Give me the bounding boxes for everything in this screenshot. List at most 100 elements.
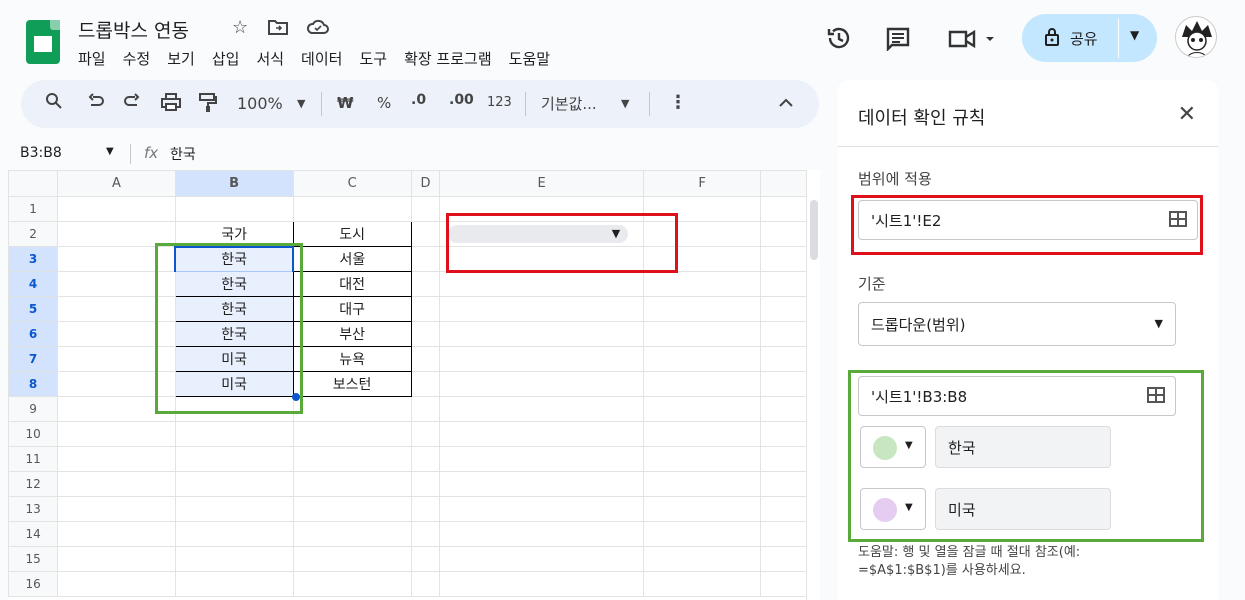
- row-header[interactable]: 5: [8, 296, 59, 322]
- cell[interactable]: [410, 421, 441, 447]
- cell[interactable]: [439, 271, 644, 297]
- column-header-a[interactable]: A: [57, 170, 176, 197]
- cell[interactable]: [642, 571, 762, 597]
- cell[interactable]: [410, 571, 441, 597]
- increase-decimal-button[interactable]: .00: [449, 92, 474, 108]
- row-header[interactable]: 14: [8, 521, 59, 547]
- cell[interactable]: [174, 521, 294, 547]
- row-header[interactable]: 8: [8, 371, 59, 397]
- cell[interactable]: [57, 571, 176, 597]
- percent-button[interactable]: %: [377, 94, 391, 112]
- cell[interactable]: [439, 546, 644, 572]
- cell-c7[interactable]: 뉴욕: [292, 346, 412, 372]
- row-header[interactable]: 3: [8, 246, 59, 272]
- star-icon[interactable]: ☆: [232, 17, 248, 38]
- cell[interactable]: [410, 321, 441, 347]
- cell[interactable]: [642, 471, 762, 497]
- number-format-button[interactable]: 123: [487, 95, 512, 110]
- cell[interactable]: [292, 421, 412, 447]
- cell[interactable]: [174, 496, 294, 522]
- move-folder-icon[interactable]: [268, 18, 288, 41]
- cell[interactable]: [439, 571, 644, 597]
- menu-format[interactable]: 서식: [256, 48, 284, 69]
- cell[interactable]: [410, 546, 441, 572]
- paint-format-icon[interactable]: [199, 93, 217, 117]
- cell[interactable]: [57, 496, 176, 522]
- font-chevron-icon[interactable]: ▼: [621, 97, 629, 110]
- menu-edit[interactable]: 수정: [123, 48, 151, 69]
- cell[interactable]: [439, 396, 644, 422]
- cell[interactable]: [410, 246, 441, 272]
- cell[interactable]: [439, 321, 644, 347]
- cell[interactable]: [174, 446, 294, 472]
- row-header[interactable]: 2: [8, 221, 59, 247]
- zoom-chevron-icon[interactable]: ▼: [297, 97, 305, 110]
- cell[interactable]: [439, 346, 644, 372]
- menu-tools[interactable]: 도구: [359, 48, 387, 69]
- cell[interactable]: [57, 446, 176, 472]
- row-header[interactable]: 9: [8, 396, 59, 422]
- cell[interactable]: [57, 546, 176, 572]
- criteria-select[interactable]: 드롭다운(범위) ▼: [858, 302, 1176, 346]
- sheet-grid[interactable]: A B C D E F 1 2 국가 도시 ▼ 3 한국 서울 4 한국 대전 …: [8, 170, 820, 600]
- print-icon[interactable]: [161, 93, 181, 115]
- cell[interactable]: [410, 396, 441, 422]
- currency-button[interactable]: ₩: [337, 94, 354, 112]
- cell[interactable]: [174, 421, 294, 447]
- cell[interactable]: [439, 471, 644, 497]
- collapse-toolbar-icon[interactable]: [779, 93, 793, 112]
- row-header[interactable]: 1: [8, 196, 59, 222]
- menu-extensions[interactable]: 확장 프로그램: [404, 48, 492, 69]
- redo-icon[interactable]: [123, 93, 141, 113]
- close-icon[interactable]: ✕: [1178, 102, 1196, 127]
- decrease-decimal-button[interactable]: .0: [411, 92, 426, 108]
- scrollbar-thumb[interactable]: [810, 200, 818, 260]
- cell[interactable]: [292, 521, 412, 547]
- vertical-scrollbar[interactable]: [806, 170, 820, 600]
- cell[interactable]: [642, 271, 762, 297]
- row-header[interactable]: 6: [8, 321, 59, 347]
- cell[interactable]: [410, 471, 441, 497]
- row-header[interactable]: 16: [8, 571, 59, 597]
- cell[interactable]: [439, 296, 644, 322]
- chevron-down-icon[interactable]: ▼: [1130, 28, 1139, 42]
- column-header-d[interactable]: D: [410, 170, 441, 197]
- cell[interactable]: [642, 346, 762, 372]
- cell[interactable]: [410, 521, 441, 547]
- cell[interactable]: [439, 446, 644, 472]
- cell-c3[interactable]: 서울: [292, 246, 412, 272]
- formula-input[interactable]: 한국: [170, 144, 196, 164]
- avatar[interactable]: [1175, 16, 1217, 58]
- row-header[interactable]: 15: [8, 546, 59, 572]
- menu-help[interactable]: 도움말: [509, 48, 550, 69]
- cell[interactable]: [174, 196, 294, 222]
- cell[interactable]: [174, 571, 294, 597]
- meet-video-icon[interactable]: [948, 29, 996, 55]
- row-header[interactable]: 10: [8, 421, 59, 447]
- column-header-c[interactable]: C: [292, 170, 412, 197]
- cell[interactable]: [439, 371, 644, 397]
- cell-c2[interactable]: 도시: [292, 221, 412, 247]
- cell-c5[interactable]: 대구: [292, 296, 412, 322]
- cell[interactable]: [439, 521, 644, 547]
- cell-c4[interactable]: 대전: [292, 271, 412, 297]
- cell[interactable]: [439, 496, 644, 522]
- menu-view[interactable]: 보기: [167, 48, 195, 69]
- comments-icon[interactable]: [886, 27, 910, 57]
- history-icon[interactable]: [826, 25, 852, 57]
- share-button[interactable]: 공유 ▼: [1022, 14, 1157, 62]
- cell[interactable]: [642, 296, 762, 322]
- font-select[interactable]: 기본값...: [541, 93, 597, 114]
- cell[interactable]: [57, 471, 176, 497]
- cell[interactable]: [57, 521, 176, 547]
- cell[interactable]: [410, 271, 441, 297]
- name-box[interactable]: B3:B8: [20, 145, 62, 161]
- row-header[interactable]: 12: [8, 471, 59, 497]
- cell[interactable]: [410, 496, 441, 522]
- column-header-e[interactable]: E: [439, 170, 644, 197]
- cell[interactable]: [292, 496, 412, 522]
- cell[interactable]: [410, 371, 441, 397]
- column-header-b[interactable]: B: [174, 170, 294, 197]
- cell[interactable]: [292, 571, 412, 597]
- undo-icon[interactable]: [87, 93, 105, 113]
